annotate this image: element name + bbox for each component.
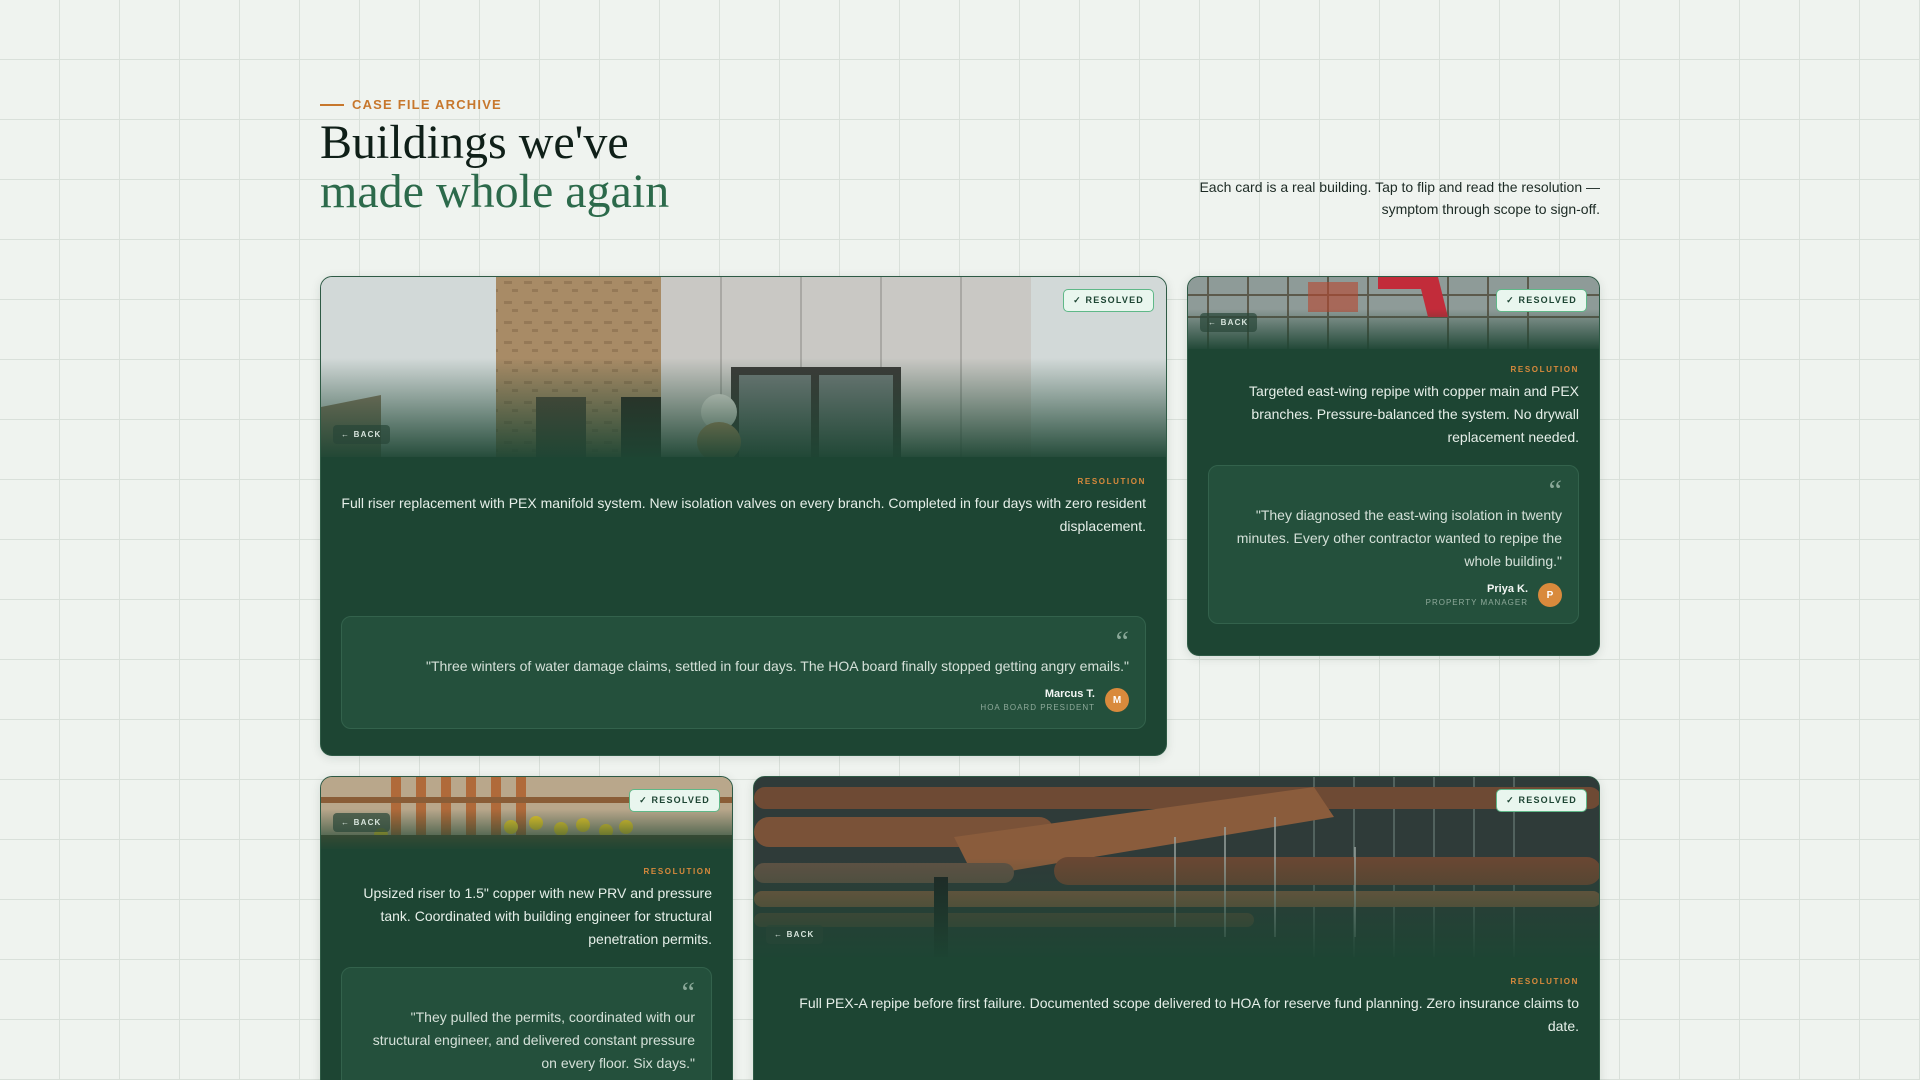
- resolution-text: Upsized riser to 1.5" copper with new PR…: [363, 885, 712, 947]
- testimonial: “ "Three winters of water damage claims,…: [341, 616, 1146, 729]
- quote-icon: “: [1548, 474, 1562, 507]
- testimonial-author: Marcus T. HOA BOARD PRESIDENT M: [358, 688, 1129, 712]
- house-construction-illustration: [321, 277, 1166, 457]
- case-card-4[interactable]: ✓ RESOLVED ← BACK RESOLUTION Full PEX-A …: [753, 776, 1600, 1080]
- avatar: M: [1105, 688, 1129, 712]
- avatar: P: [1538, 583, 1562, 607]
- resolution-text: Full riser replacement with PEX manifold…: [341, 495, 1146, 534]
- back-button[interactable]: ← BACK: [1200, 313, 1257, 332]
- card-body: RESOLUTION Full PEX-A repipe before firs…: [754, 977, 1599, 1038]
- card-body: RESOLUTION Full riser replacement with P…: [321, 477, 1166, 729]
- quote-icon: “: [1115, 625, 1129, 658]
- building-photo: ✓ RESOLVED ← BACK: [1188, 277, 1599, 349]
- resolution-text: Targeted east-wing repipe with copper ma…: [1249, 383, 1579, 445]
- resolution-label: RESOLUTION: [1510, 977, 1579, 986]
- case-card-1[interactable]: ✓ RESOLVED ← BACK RESOLUTION Full riser …: [320, 276, 1167, 756]
- testimonial: “ "They diagnosed the east-wing isolatio…: [1208, 465, 1579, 624]
- author-name: Marcus T.: [1044, 688, 1095, 700]
- quote-icon: “: [681, 976, 695, 1009]
- eyebrow-label: CASE FILE ARCHIVE: [352, 97, 502, 112]
- testimonial: “ "They pulled the permits, coordinated …: [341, 967, 712, 1080]
- author-name: Priya K.: [1487, 583, 1528, 595]
- section-eyebrow: CASE FILE ARCHIVE: [320, 97, 502, 112]
- testimonial-author: Priya K. PROPERTY MANAGER P: [1225, 583, 1562, 607]
- author-role: PROPERTY MANAGER: [1425, 598, 1528, 607]
- resolution-label: RESOLUTION: [643, 867, 712, 876]
- building-photo: ✓ RESOLVED ← BACK: [321, 777, 732, 849]
- title-line-2: made whole again: [320, 165, 670, 218]
- case-card-2[interactable]: ✓ RESOLVED ← BACK RESOLUTION Targeted ea…: [1187, 276, 1600, 656]
- author-role: HOA BOARD PRESIDENT: [980, 703, 1095, 712]
- section-intro: Each card is a real building. Tap to fli…: [1199, 179, 1600, 217]
- title-line-1: Buildings we've: [320, 116, 629, 169]
- case-card-3[interactable]: ✓ RESOLVED ← BACK RESOLUTION Upsized ris…: [320, 776, 733, 1080]
- testimonial-text: "They pulled the permits, coordinated wi…: [372, 1009, 695, 1071]
- resolution-text: Full PEX-A repipe before first failure. …: [799, 995, 1579, 1034]
- testimonial-text: "They diagnosed the east-wing isolation …: [1236, 507, 1562, 569]
- page-title: Buildings we've made whole again: [320, 118, 669, 216]
- building-photo: ✓ RESOLVED ← BACK: [321, 277, 1166, 457]
- resolution-label: RESOLUTION: [1510, 365, 1579, 374]
- back-button[interactable]: ← BACK: [333, 813, 390, 832]
- testimonial-text: "Three winters of water damage claims, s…: [425, 658, 1129, 674]
- resolved-badge: ✓ RESOLVED: [1496, 289, 1587, 312]
- building-photo: ✓ RESOLVED ← BACK: [754, 777, 1599, 957]
- resolved-badge: ✓ RESOLVED: [1063, 289, 1154, 312]
- back-button[interactable]: ← BACK: [766, 925, 823, 944]
- resolved-badge: ✓ RESOLVED: [1496, 789, 1587, 812]
- rusty-pipes-illustration: [754, 777, 1599, 957]
- eyebrow-rule: [320, 103, 344, 106]
- resolution-label: RESOLUTION: [1077, 477, 1146, 486]
- resolved-badge: ✓ RESOLVED: [629, 789, 720, 812]
- card-body: RESOLUTION Targeted east-wing repipe wit…: [1188, 365, 1599, 624]
- card-body: RESOLUTION Upsized riser to 1.5" copper …: [321, 867, 732, 1080]
- back-button[interactable]: ← BACK: [333, 425, 390, 444]
